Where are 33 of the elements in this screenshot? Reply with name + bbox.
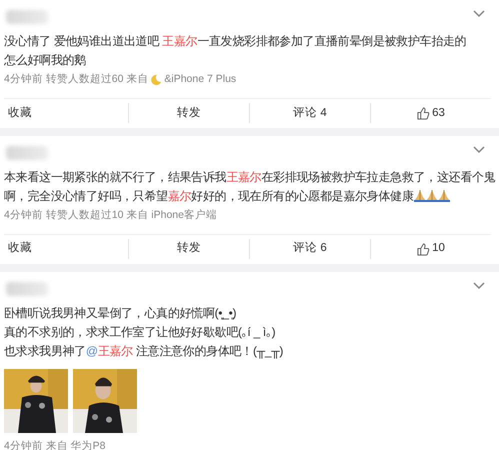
post-text: 真的不求别的，求求工作室了让他好好歇歇吧(｡í _ ì｡) (4, 324, 276, 340)
post-text: 没心情了 爱他妈谁出道出道吧 王嘉尔一直发烧彩排都参加了直播前晕倒是被救护车抬走的 (4, 33, 466, 50)
post-meta: &iPhone 7 Plus (164, 72, 236, 87)
thumbs-up-icon (417, 242, 430, 256)
username-blur (6, 282, 48, 296)
post-text: 啊，完全没心情了好吗，只希望嘉尔好好的，现在所有的心愿都是嘉尔身体健康 (4, 186, 450, 206)
action-button[interactable]: 评论 6 (250, 239, 370, 259)
username-blur (6, 10, 48, 24)
username-blur (6, 146, 48, 160)
moon-icon (150, 74, 162, 86)
name-link[interactable]: 王嘉尔 (162, 34, 198, 48)
action-button[interactable]: 转发 (129, 239, 249, 259)
action-button[interactable]: 收藏 (4, 103, 128, 124)
name-link[interactable]: 嘉尔 (168, 188, 192, 203)
action-button[interactable]: 收藏 (4, 239, 128, 259)
dropdown-chevron-icon[interactable] (473, 146, 485, 154)
post-text: 卧槽听说我男神又晕倒了，心真的好慌啊(•͈_•͈) (4, 304, 236, 322)
action-button[interactable]: 评论 4 (250, 103, 370, 124)
post-text: 怎么好啊我的鹅 (4, 52, 86, 69)
action-button[interactable]: 转发 (129, 103, 249, 124)
like-button[interactable]: 10 (371, 239, 491, 259)
thumbs-up-icon (417, 106, 430, 120)
post-text: 也求求我男神了@王嘉尔 注意注意你的身体吧！(╥_╥) (4, 342, 284, 360)
post-meta: 4分钟前 转赞人数超过60 来自 (4, 72, 148, 87)
post-meta: 4分钟前 来自 华为P8 (4, 438, 106, 450)
dropdown-chevron-icon[interactable] (473, 282, 485, 290)
like-button[interactable]: 63 (371, 103, 491, 124)
dropdown-chevron-icon[interactable] (473, 10, 485, 18)
name-link[interactable]: 王嘉尔 (98, 344, 133, 358)
post-meta: 4分钟前 转赞人数超过10 来自 iPhone客户端 (4, 208, 217, 223)
post-text: 本来看这一期紧张的就不行了，结果告诉我王嘉尔在彩排现场被救护车拉走急救了，这还看个鬼 (4, 168, 494, 186)
at-sign: @ (86, 344, 98, 358)
name-link[interactable]: 王嘉尔 (226, 170, 262, 184)
